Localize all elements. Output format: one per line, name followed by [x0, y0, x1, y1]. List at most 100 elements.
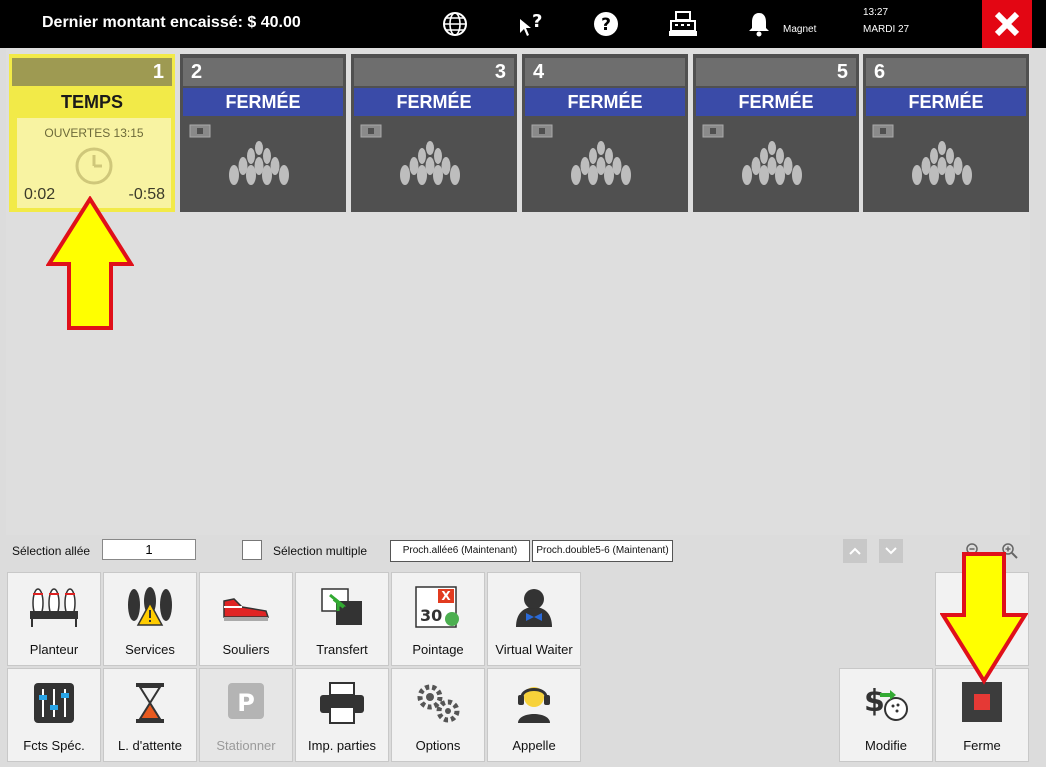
bowling-pins-icon: [571, 141, 631, 185]
tile-label: Transfert: [316, 642, 368, 657]
tile-label: Virtual Waiter: [495, 642, 573, 657]
top-bar: Dernier montant encaissé: $ 40.00 ? ? Ma…: [0, 0, 1046, 48]
help-icon[interactable]: ?: [590, 8, 622, 40]
stop-icon: [962, 682, 1002, 722]
tile-label: Options: [415, 738, 461, 753]
cash-register-icon[interactable]: [667, 8, 699, 40]
lane-number: 4: [525, 58, 685, 86]
lane-card-2[interactable]: 2 FERMÉE: [180, 54, 346, 212]
svg-text:X: X: [441, 589, 451, 603]
next-lane-button[interactable]: Proch.allée6 (Maintenant): [390, 540, 530, 562]
close-button[interactable]: [982, 0, 1032, 48]
multi-select-checkbox[interactable]: [242, 540, 262, 560]
bowling-pins-icon: [912, 141, 972, 185]
hourglass-icon: [136, 683, 164, 723]
modifie-button[interactable]: $ Modifie: [839, 668, 933, 762]
lane-status: FERMÉE: [183, 88, 343, 116]
bowling-pins-icon: [229, 141, 289, 185]
tile-label: L. d'attente: [118, 738, 182, 753]
lane-number: 2: [183, 58, 343, 86]
lane-number: 6: [866, 58, 1026, 86]
close-icon: [994, 11, 1020, 37]
stationner-button[interactable]: P Stationner: [199, 668, 293, 762]
bowling-pins-icon: [742, 141, 802, 185]
headset-icon: [518, 687, 550, 723]
lane-status: FERMÉE: [525, 88, 685, 116]
tile-label: Imp. parties: [308, 738, 376, 753]
lane-timer-panel: OUVERTES 13:15 0:02 -0:58: [17, 118, 171, 208]
svg-text:?: ?: [532, 11, 542, 32]
services-warning-icon: [128, 587, 172, 626]
lane-card-1[interactable]: 1 TEMPS OUVERTES 13:15 0:02 -0:58: [9, 54, 175, 212]
lane-selection-label: Sélection allée: [12, 544, 91, 558]
tile-label: Stationner: [216, 738, 276, 753]
tile-label: Pointage: [412, 642, 464, 657]
clock-date: MARDI 27: [863, 24, 910, 35]
svg-text:$: $: [864, 684, 885, 719]
tile-label: Ferme: [963, 738, 1001, 753]
chevron-down-icon: [885, 547, 897, 555]
bowling-pins-icon: [400, 141, 460, 185]
lane-number: 1: [12, 58, 172, 86]
lane-card-5[interactable]: 5 FERMÉE: [693, 54, 859, 212]
planteur-button[interactable]: Planteur: [7, 572, 101, 666]
annotation-arrow-down: [940, 552, 1028, 685]
tile-label: Appelle: [512, 738, 556, 753]
video-icon: [872, 124, 894, 138]
print-games-button[interactable]: Imp. parties: [295, 668, 389, 762]
lane-remaining-time: -0:58: [128, 186, 165, 203]
call-button[interactable]: Appelle: [487, 668, 581, 762]
lane-selection-input[interactable]: 1: [102, 539, 196, 560]
cursor-help-icon[interactable]: ?: [515, 8, 547, 40]
lane-status: FERMÉE: [866, 88, 1026, 116]
tile-label: Souliers: [222, 642, 270, 657]
lane-number: 3: [354, 58, 514, 86]
shoe-icon: [223, 598, 270, 621]
clock-time: 13:27: [863, 7, 889, 18]
user-name: Magnet: [783, 24, 817, 35]
clock-icon: [75, 147, 113, 185]
pinsetter-icon: [30, 588, 78, 627]
souliers-button[interactable]: Souliers: [199, 572, 293, 666]
printer-icon: [320, 682, 364, 724]
bell-icon[interactable]: [743, 8, 775, 40]
parking-icon: P: [228, 683, 264, 719]
video-icon: [189, 124, 211, 138]
virtual-waiter-button[interactable]: Virtual Waiter: [487, 572, 581, 666]
video-icon: [702, 124, 724, 138]
transfert-button[interactable]: Transfert: [295, 572, 389, 666]
last-amount-text: Dernier montant encaissé: $ 40.00: [42, 14, 301, 31]
tile-label: Modifie: [865, 738, 907, 753]
gears-icon: [417, 684, 460, 723]
annotation-arrow-up: [46, 196, 134, 330]
svg-text:30: 30: [420, 606, 442, 625]
pointage-button[interactable]: X 30 Pointage: [391, 572, 485, 666]
score-icon: X 30: [415, 586, 459, 628]
lane-status: TEMPS: [60, 92, 123, 112]
lane-card-3[interactable]: 3 FERMÉE: [351, 54, 517, 212]
fcts-spec-button[interactable]: Fcts Spéc.: [7, 668, 101, 762]
modify-price-icon: $: [864, 684, 908, 721]
tile-label: Fcts Spéc.: [23, 738, 85, 753]
svg-text:?: ?: [601, 15, 611, 35]
options-button[interactable]: Options: [391, 668, 485, 762]
chevron-up-icon: [849, 547, 861, 555]
video-icon: [360, 124, 382, 138]
next-double-button[interactable]: Proch.double5-6 (Maintenant): [532, 540, 673, 562]
transfer-icon: [321, 588, 362, 625]
waiting-list-button[interactable]: L. d'attente: [103, 668, 197, 762]
video-icon: [531, 124, 553, 138]
scroll-down-button[interactable]: [879, 539, 903, 563]
lane-card-4[interactable]: 4 FERMÉE: [522, 54, 688, 212]
tile-label: Planteur: [29, 642, 79, 657]
scroll-up-button[interactable]: [843, 539, 867, 563]
services-button[interactable]: Services: [103, 572, 197, 666]
lane-card-6[interactable]: 6 FERMÉE: [863, 54, 1029, 212]
waiter-icon: [516, 589, 552, 627]
globe-icon[interactable]: [439, 8, 471, 40]
multi-select-label: Sélection multiple: [273, 544, 368, 558]
lane-number: 5: [696, 58, 856, 86]
lane-status: FERMÉE: [354, 88, 514, 116]
tile-label: Services: [125, 642, 175, 657]
sliders-icon: [34, 683, 74, 723]
